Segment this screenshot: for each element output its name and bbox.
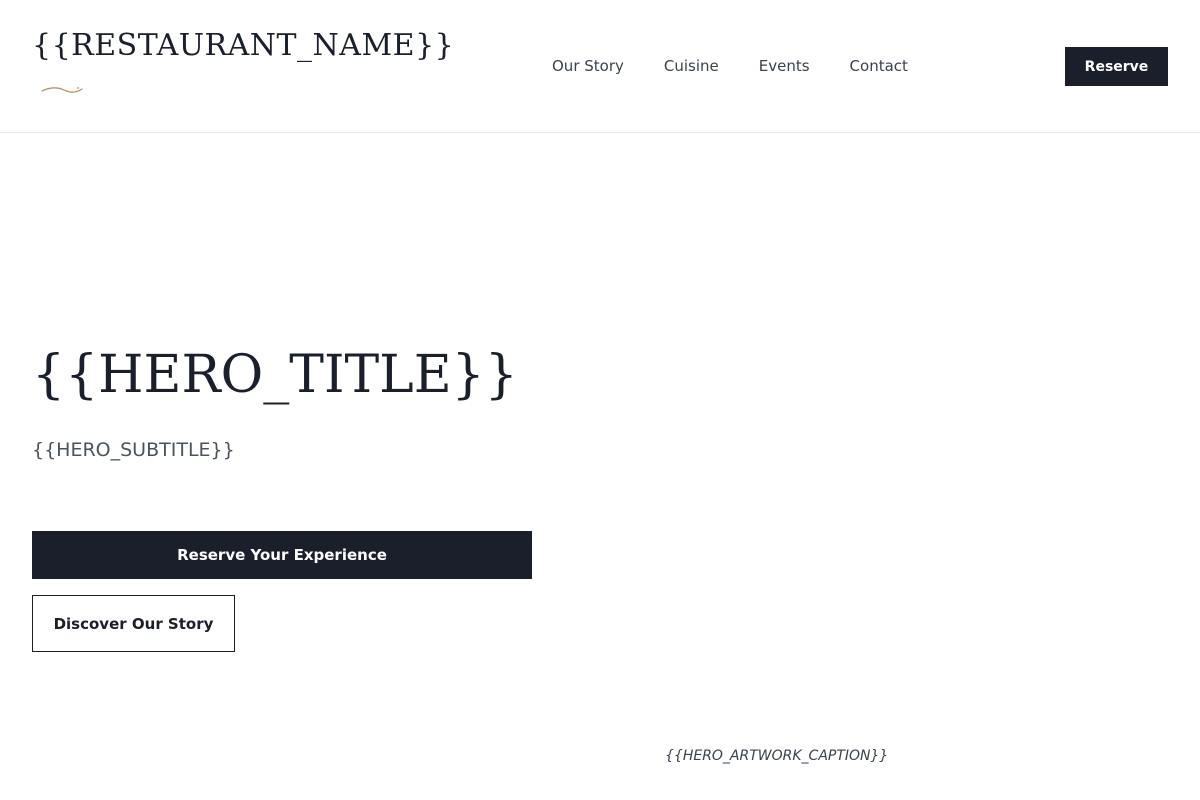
hero-subtitle: {{HERO_SUBTITLE}} (32, 439, 235, 461)
nav-events[interactable]: Events (759, 56, 810, 76)
hero-title: {{HERO_TITLE}} (32, 345, 518, 405)
main-nav: Our Story Cuisine Events Contact (552, 56, 948, 76)
nav-contact[interactable]: Contact (850, 56, 908, 76)
nav-cuisine[interactable]: Cuisine (664, 56, 719, 76)
site-header: {{RESTAURANT_NAME}} Our Story Cuisine Ev… (0, 0, 1200, 133)
hero-artwork-caption: {{HERO_ARTWORK_CAPTION}} (665, 748, 889, 764)
restaurant-name[interactable]: {{RESTAURANT_NAME}} (32, 28, 454, 63)
reserve-button[interactable]: Reserve (1065, 47, 1168, 86)
reserve-experience-button[interactable]: Reserve Your Experience (32, 531, 532, 579)
nav-our-story[interactable]: Our Story (552, 56, 624, 76)
flourish-ornament-icon (41, 87, 83, 93)
discover-story-button[interactable]: Discover Our Story (32, 595, 235, 652)
